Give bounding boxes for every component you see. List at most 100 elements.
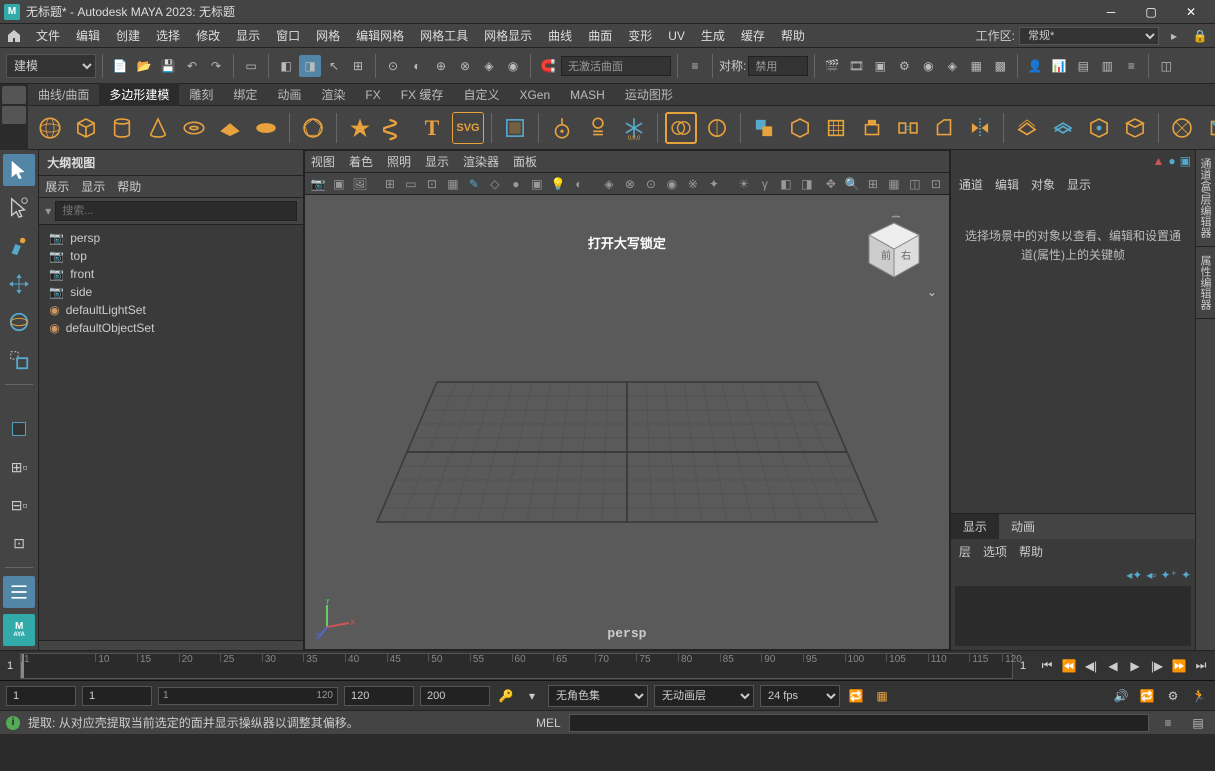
range-playstart-field[interactable] [82, 686, 152, 706]
vp-xray-icon[interactable]: ⊗ [621, 175, 639, 193]
menu-generate[interactable]: 生成 [693, 24, 733, 47]
vp-film-icon[interactable]: ▭ [402, 175, 420, 193]
run-icon[interactable]: 🏃 [1189, 686, 1209, 706]
poly-type-icon[interactable]: T [416, 112, 448, 144]
sound-icon[interactable]: 🔊 [1111, 686, 1131, 706]
redo-icon[interactable]: ↷ [205, 55, 227, 77]
range-start-field[interactable] [6, 686, 76, 706]
render-icon[interactable]: 🎬 [821, 55, 843, 77]
vp-gamma-icon[interactable]: γ [756, 175, 774, 193]
outliner-node-side[interactable]: 📷side [49, 283, 293, 301]
cb-menu-channel[interactable]: 通道 [959, 176, 983, 193]
vp-image-icon[interactable]: 🖼 [351, 175, 369, 193]
mode-select[interactable]: 建模 [6, 54, 96, 78]
play-prev-key-icon[interactable]: ⏪ [1059, 656, 1079, 676]
vp-wire-icon[interactable]: ◇ [486, 175, 504, 193]
cb-menu-object[interactable]: 对象 [1031, 176, 1055, 193]
sidetab-channel[interactable]: 通道盒/层编辑器 [1196, 150, 1215, 247]
outliner-node-persp[interactable]: 📷persp [49, 229, 293, 247]
poly-freeze-icon[interactable]: 0,0,0 [618, 112, 650, 144]
snap-plane-icon[interactable]: ◈ [478, 55, 500, 77]
outliner-menu-show[interactable]: 展示 [45, 178, 69, 195]
select-tool[interactable] [3, 154, 35, 186]
poly-extrude-icon[interactable] [856, 112, 888, 144]
shelf-tab-custom[interactable]: 自定义 [453, 83, 509, 106]
layer-move-icon[interactable]: ◂▫ [1146, 568, 1156, 582]
poly-intersect-icon[interactable] [820, 112, 852, 144]
layer-new-icon[interactable]: ✦⁺ [1161, 568, 1177, 582]
maya-logo-icon[interactable]: MAYA [3, 614, 35, 646]
menu-select[interactable]: 选择 [148, 24, 188, 47]
key-menu-icon[interactable]: ▾ [522, 686, 542, 706]
select-hierarchy-icon[interactable]: ◧ [275, 55, 297, 77]
outliner-toggle[interactable] [3, 576, 35, 608]
layer-tab-display[interactable]: 显示 [951, 514, 999, 539]
vp-pan-icon[interactable]: ✥ [822, 175, 840, 193]
outliner-node-front[interactable]: 📷front [49, 265, 293, 283]
live-surface-field[interactable] [561, 56, 671, 76]
poly-smooth-icon[interactable] [1011, 112, 1043, 144]
poly-svg-icon[interactable]: SVG [452, 112, 484, 144]
shelf-option-icon[interactable] [2, 106, 26, 124]
poly-platonic-icon[interactable] [297, 112, 329, 144]
snap-toggle-icon[interactable]: ⊟▫ [3, 489, 35, 521]
snap-live-icon[interactable]: ◉ [502, 55, 524, 77]
key-icon[interactable]: 🔑 [496, 686, 516, 706]
xray-toggle-icon[interactable]: ⊡ [3, 527, 35, 559]
vp-menu-view[interactable]: 视图 [311, 153, 335, 170]
panel-outliner-icon[interactable]: 👤 [1024, 55, 1046, 77]
vp-light-icon[interactable]: 💡 [549, 175, 567, 193]
layer-menu-option[interactable]: 选项 [983, 543, 1007, 560]
vp-menu-shade[interactable]: 着色 [349, 153, 373, 170]
poly-disc-icon[interactable] [250, 112, 282, 144]
vp-joint-icon[interactable]: ⊙ [642, 175, 660, 193]
vp-res-icon[interactable]: ▦ [444, 175, 462, 193]
filter-icon[interactable]: ▾ [45, 204, 51, 218]
open-scene-icon[interactable]: 📂 [133, 55, 155, 77]
poly-union-icon[interactable] [748, 112, 780, 144]
workspace-select[interactable]: 常规* [1019, 27, 1159, 45]
layer-menu-layer[interactable]: 层 [959, 543, 971, 560]
select-component-icon[interactable]: ↖ [323, 55, 345, 77]
menu-mesh[interactable]: 网格 [308, 24, 348, 47]
panel-graph-icon[interactable]: 📊 [1048, 55, 1070, 77]
charset-select[interactable]: 无角色集 [548, 685, 648, 707]
play-forward-icon[interactable]: ▶ [1125, 656, 1145, 676]
snap-curve-icon[interactable]: ◐ [406, 55, 428, 77]
shelf-editor-icon[interactable] [2, 86, 26, 104]
layer-del-icon[interactable]: ✦ [1181, 568, 1191, 582]
vp-gate-icon[interactable]: ⊡ [423, 175, 441, 193]
log-icon[interactable]: ▤ [1187, 712, 1209, 734]
layer-add-icon[interactable]: ◂✦ [1126, 568, 1142, 582]
symmetry-field[interactable] [748, 56, 808, 76]
menu-edit-mesh[interactable]: 编辑网格 [348, 24, 412, 47]
outliner-menu-display[interactable]: 显示 [81, 178, 105, 195]
layer-list[interactable] [955, 586, 1191, 646]
render-lights-icon[interactable]: ◉ [917, 55, 939, 77]
shelf-tab-xgen[interactable]: XGen [509, 85, 560, 105]
fps-select[interactable]: 24 fps [760, 685, 840, 707]
poly-bevel-icon[interactable] [928, 112, 960, 144]
cb-menu-display[interactable]: 显示 [1067, 176, 1091, 193]
history-icon[interactable]: ≡ [684, 55, 706, 77]
vp-camera-icon[interactable]: 📷 [309, 175, 327, 193]
vp-motion-icon[interactable]: ※ [684, 175, 702, 193]
shelf-tab-anim[interactable]: 动画 [267, 83, 311, 106]
vp-shade-icon[interactable]: ✎ [465, 175, 483, 193]
cb-icon3[interactable]: ▣ [1180, 154, 1191, 168]
menu-edit[interactable]: 编辑 [68, 24, 108, 47]
vp-grid-icon[interactable]: ⊞ [381, 175, 399, 193]
lock-icon[interactable]: 🔒 [1189, 25, 1211, 47]
menu-display[interactable]: 显示 [228, 24, 268, 47]
poly-bridge-icon[interactable] [892, 112, 924, 144]
prefs-icon[interactable]: ▦ [872, 686, 892, 706]
render-view-icon[interactable]: ▦ [965, 55, 987, 77]
menu-surface[interactable]: 曲面 [580, 24, 620, 47]
play-next-key-icon[interactable]: ⏩ [1169, 656, 1189, 676]
vp-menu-light[interactable]: 照明 [387, 153, 411, 170]
poly-torus-icon[interactable] [178, 112, 210, 144]
menu-create[interactable]: 创建 [108, 24, 148, 47]
play-next-frame-icon[interactable]: |▶ [1147, 656, 1167, 676]
script-editor-icon[interactable]: ≡ [1157, 712, 1179, 734]
range-end-field[interactable] [420, 686, 490, 706]
